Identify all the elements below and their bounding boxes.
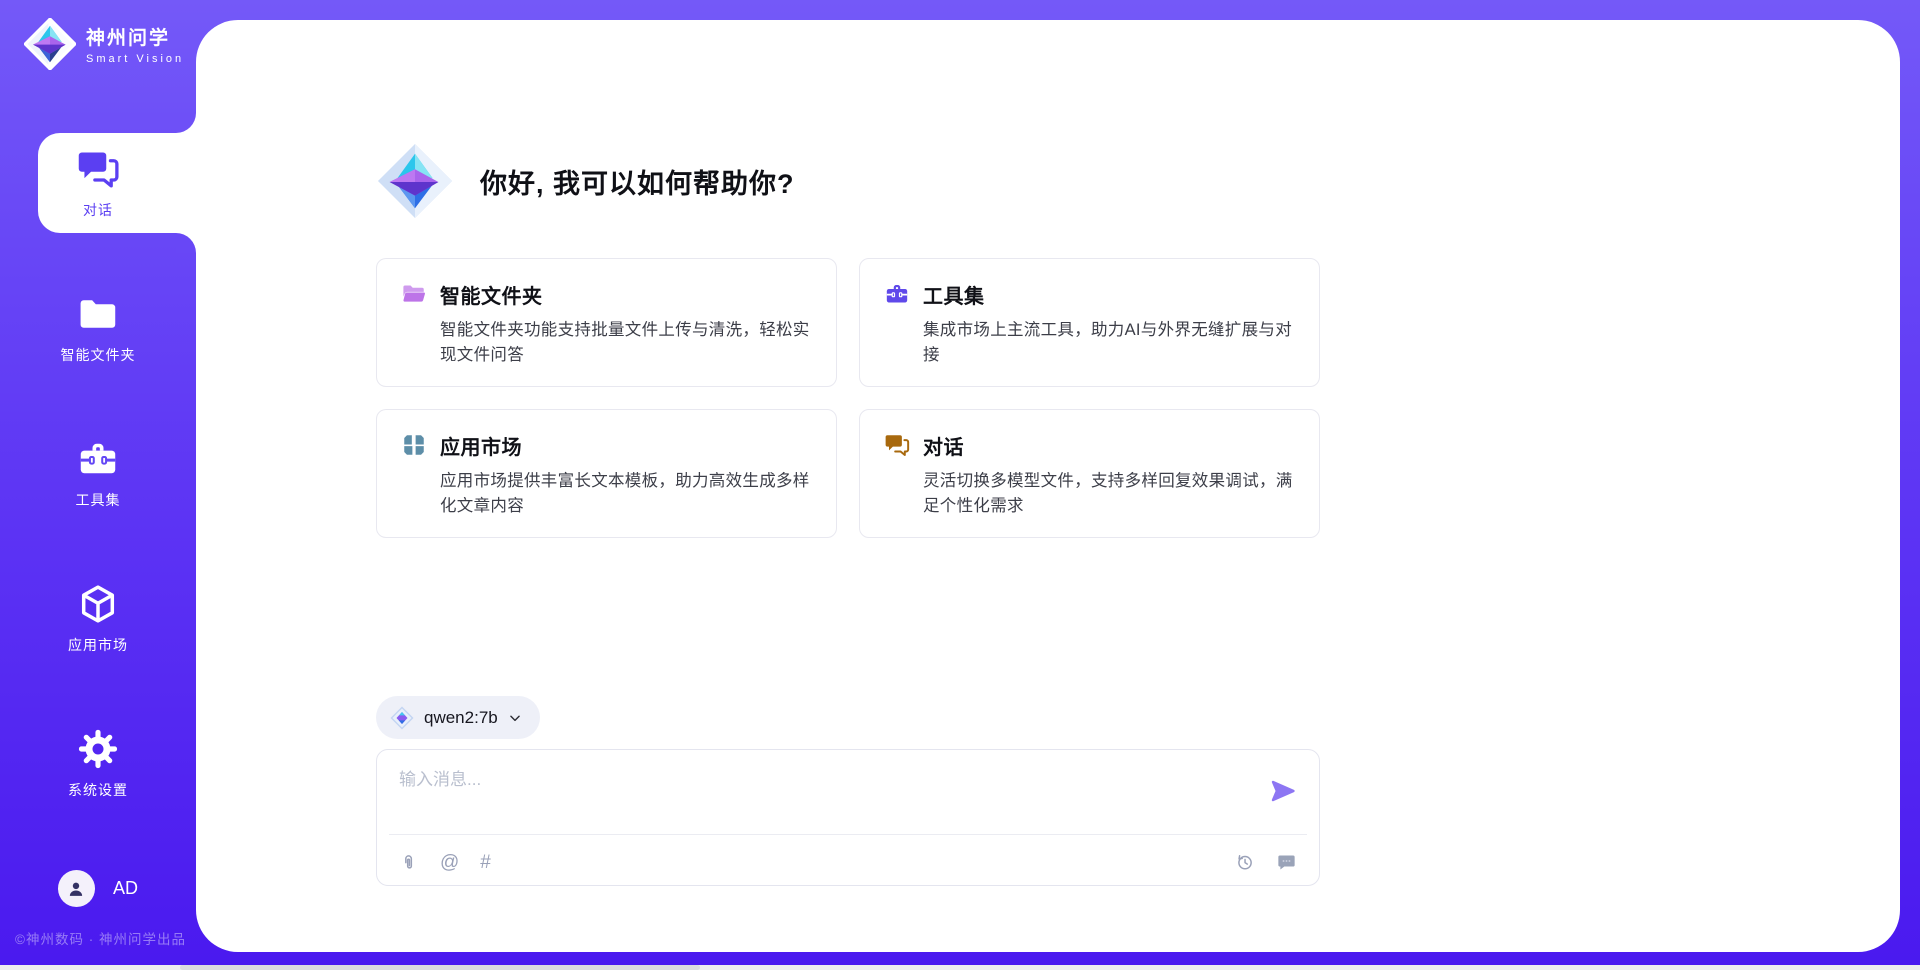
brand-text: 神州问学 Smart Vision	[86, 23, 184, 65]
chevron-down-icon	[508, 711, 522, 725]
model-diamond-icon	[390, 706, 414, 730]
hashtag-icon[interactable]: #	[480, 853, 491, 872]
history-icon[interactable]	[1234, 852, 1255, 873]
sidebar-item-label: 应用市场	[68, 635, 128, 655]
card-description: 智能文件夹功能支持批量文件上传与清洗，轻松实现文件问答	[440, 318, 812, 368]
user-account[interactable]: AD	[0, 870, 196, 907]
grid-icon	[401, 432, 427, 519]
scrollbar-thumb[interactable]	[180, 965, 700, 970]
message-input[interactable]	[389, 750, 1249, 818]
mention-icon[interactable]: @	[440, 853, 459, 872]
cube-icon	[76, 582, 120, 626]
greeting: 你好, 我可以如何帮助你?	[376, 140, 795, 222]
feature-cards: 智能文件夹 智能文件夹功能支持批量文件上传与清洗，轻松实现文件问答 工具集 集成…	[376, 258, 1320, 538]
horizontal-scrollbar[interactable]	[0, 965, 1920, 970]
card-title: 应用市场	[440, 431, 812, 460]
chat-icon	[884, 432, 910, 519]
sidebar-item-app-market[interactable]: 应用市场	[0, 568, 196, 668]
attachment-icon[interactable]	[399, 852, 419, 874]
card-description: 集成市场上主流工具，助力AI与外界无缝扩展与对接	[923, 318, 1295, 368]
sidebar-item-settings[interactable]: 系统设置	[0, 713, 196, 813]
folder-icon	[76, 292, 120, 336]
sidebar-item-chat[interactable]: 对话	[0, 133, 196, 233]
card-body: 应用市场 应用市场提供丰富长文本模板，助力高效生成多样化文章内容	[440, 431, 812, 519]
sidebar-item-smart-folder[interactable]: 智能文件夹	[0, 278, 196, 378]
message-composer: @ #	[376, 749, 1320, 886]
card-body: 智能文件夹 智能文件夹功能支持批量文件上传与清洗，轻松实现文件问答	[440, 280, 812, 368]
card-body: 对话 灵活切换多模型文件，支持多样回复效果调试，满足个性化需求	[923, 431, 1295, 519]
brand-subtitle: Smart Vision	[86, 53, 184, 65]
copyright-text: ©神州数码 · 神州问学出品	[15, 928, 186, 948]
tab-fillet-bottom	[176, 233, 196, 253]
sidebar-item-label: 对话	[83, 200, 113, 220]
card-toolset[interactable]: 工具集 集成市场上主流工具，助力AI与外界无缝扩展与对接	[859, 258, 1320, 387]
send-icon[interactable]	[1269, 777, 1297, 805]
assistant-diamond-icon	[376, 140, 454, 222]
main-content: 你好, 我可以如何帮助你? 智能文件夹 智能文件夹功能支持批量文件上传与清洗，轻…	[376, 0, 1320, 970]
brand-logo: 神州问学 Smart Vision	[24, 18, 184, 70]
card-title: 智能文件夹	[440, 280, 812, 309]
sidebar-item-label: 工具集	[76, 490, 121, 510]
card-body: 工具集 集成市场上主流工具，助力AI与外界无缝扩展与对接	[923, 280, 1295, 368]
card-chat[interactable]: 对话 灵活切换多模型文件，支持多样回复效果调试，满足个性化需求	[859, 409, 1320, 538]
user-name: AD	[113, 878, 138, 899]
brand-name: 神州问学	[86, 23, 184, 50]
composer-divider	[389, 834, 1307, 835]
gear-icon	[76, 727, 120, 771]
card-smart-folder[interactable]: 智能文件夹 智能文件夹功能支持批量文件上传与清洗，轻松实现文件问答	[376, 258, 837, 387]
card-description: 应用市场提供丰富长文本模板，助力高效生成多样化文章内容	[440, 469, 812, 519]
folder-open-icon	[401, 281, 427, 368]
card-description: 灵活切换多模型文件，支持多样回复效果调试，满足个性化需求	[923, 469, 1295, 519]
composer-toolbar: @ #	[389, 840, 1307, 885]
model-selector[interactable]: qwen2:7b	[376, 696, 540, 739]
sidebar-item-label: 智能文件夹	[61, 345, 136, 365]
sidebar-item-toolset[interactable]: 工具集	[0, 423, 196, 523]
card-title: 工具集	[923, 280, 1295, 309]
tab-fillet-top	[176, 113, 196, 133]
brand-diamond-icon	[24, 18, 76, 70]
greeting-title: 你好, 我可以如何帮助你?	[480, 162, 795, 201]
sidebar-item-label: 系统设置	[68, 780, 128, 800]
toolbox-icon	[884, 281, 910, 368]
sidebar: 神州问学 Smart Vision 对话 智能文件夹	[0, 0, 196, 970]
card-title: 对话	[923, 431, 1295, 460]
card-app-market[interactable]: 应用市场 应用市场提供丰富长文本模板，助力高效生成多样化文章内容	[376, 409, 837, 538]
avatar	[58, 870, 95, 907]
model-name: qwen2:7b	[424, 708, 498, 728]
toolbox-icon	[76, 437, 120, 481]
feedback-chat-icon[interactable]	[1276, 852, 1297, 873]
chat-icon	[76, 147, 120, 191]
